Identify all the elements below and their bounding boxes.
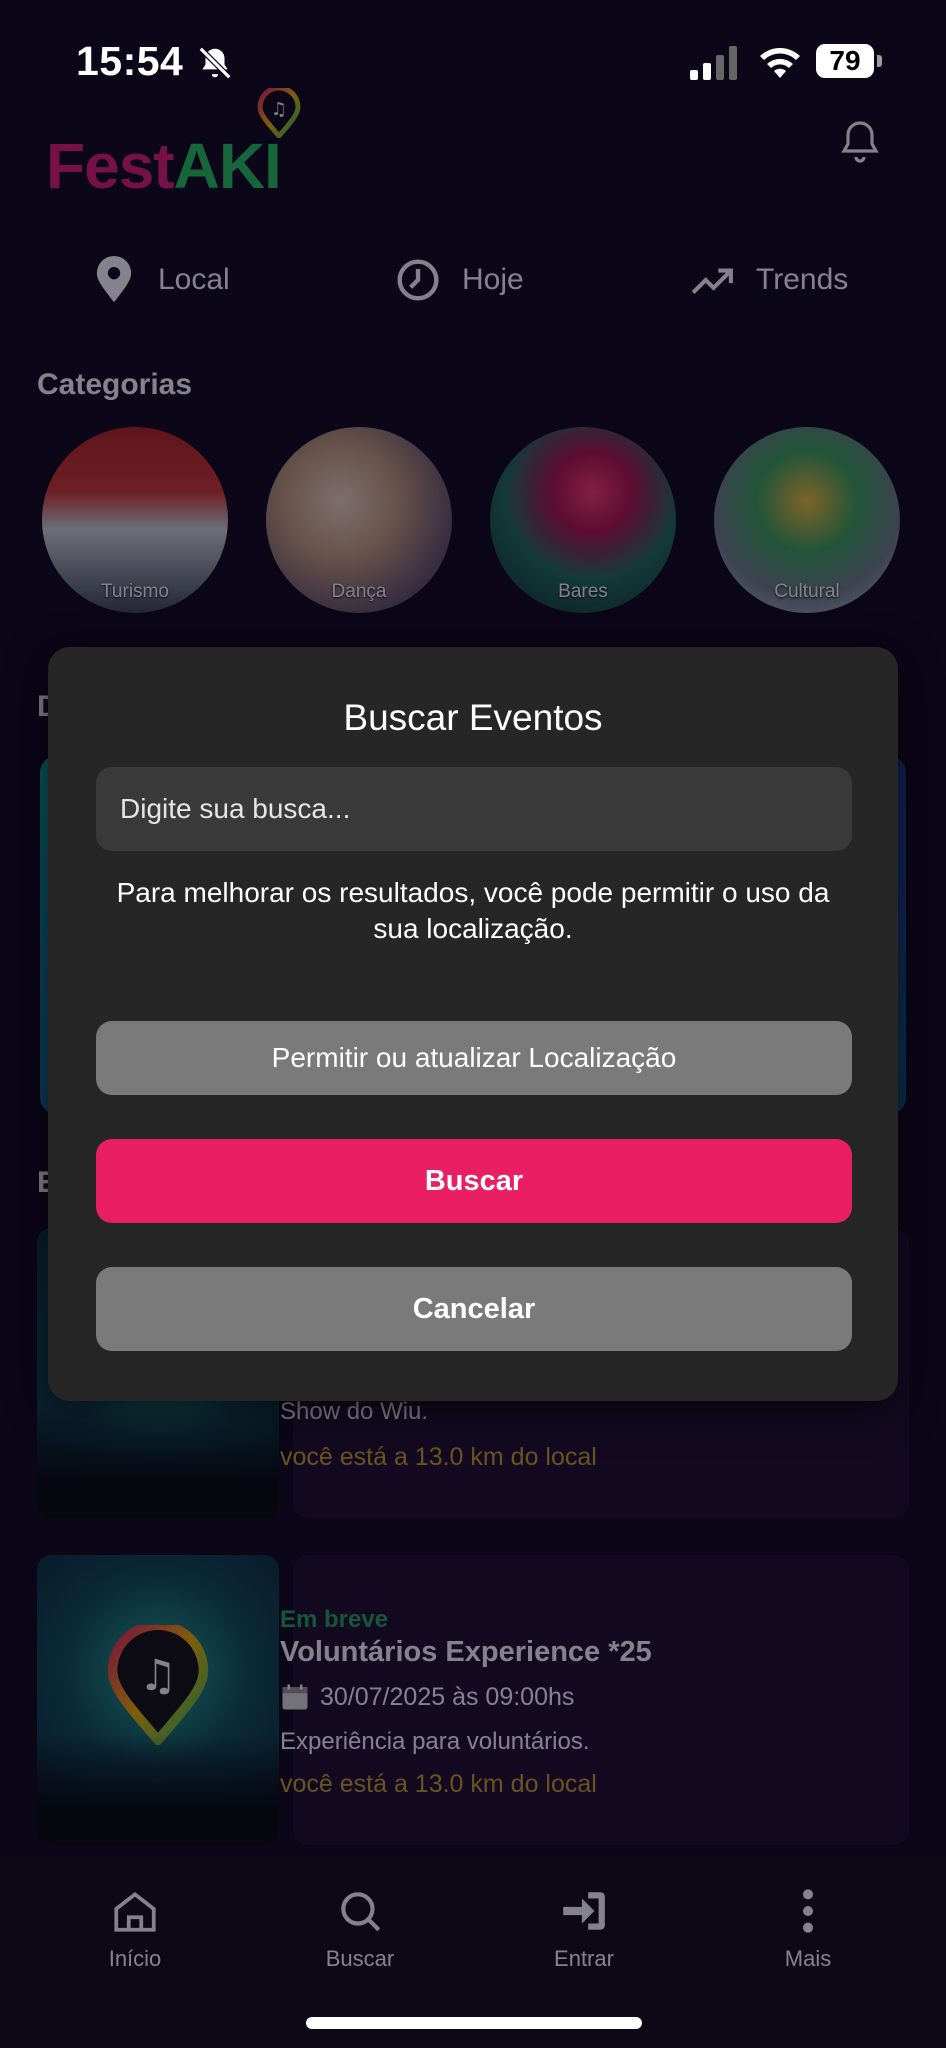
category-danca[interactable]: Dança: [266, 427, 452, 613]
battery-tip: [877, 55, 882, 67]
filter-local-label: Local: [158, 263, 230, 296]
modal-title: Buscar Eventos: [343, 697, 603, 738]
category-turismo[interactable]: Turismo: [42, 427, 228, 613]
login-icon: [563, 1892, 605, 1930]
filter-local[interactable]: Local: [92, 252, 230, 308]
filter-hoje-label: Hoje: [462, 263, 524, 296]
svg-text:♫: ♫: [271, 99, 287, 120]
more-vertical-icon: [803, 1889, 813, 1933]
search-icon: [341, 1892, 381, 1932]
tab-label: Mais: [784, 1946, 832, 1971]
event-description: Experiência para voluntários.: [280, 1728, 590, 1755]
svg-text:♫: ♫: [139, 1651, 178, 1701]
tab-label: Entrar: [554, 1946, 614, 1971]
search-button[interactable]: Buscar: [96, 1139, 852, 1223]
location-pin-icon: [96, 256, 132, 303]
event-description: Show do Wiu.: [280, 1398, 429, 1425]
category-cultural[interactable]: Cultural: [714, 427, 900, 613]
search-input[interactable]: [96, 767, 852, 851]
category-label: Dança: [331, 581, 387, 602]
event-title: Voluntários Experience *25: [280, 1636, 652, 1668]
categories-title: Categorias: [37, 368, 193, 401]
calendar-icon: [282, 1684, 308, 1710]
event-distance: você está a 13.0 km do local: [280, 1770, 597, 1798]
logo-fest: Fest: [46, 130, 175, 202]
tab-entrar[interactable]: Entrar: [504, 1886, 664, 1972]
battery-level: 79: [816, 44, 874, 78]
tab-inicio[interactable]: Início: [55, 1886, 215, 1972]
event-distance: você está a 13.0 km do local: [280, 1443, 597, 1471]
crowd-silhouette: [37, 1735, 279, 1845]
event-date: 30/07/2025 às 09:00hs: [280, 1682, 574, 1712]
bell-muted-icon: [198, 46, 232, 80]
location-message: Para melhorar os resultados, você pode p…: [116, 877, 830, 944]
app-logo: FestAKI: [46, 130, 282, 202]
home-indicator: [306, 2017, 642, 2029]
battery-indicator: 79: [816, 44, 884, 80]
tab-label: Início: [108, 1946, 162, 1971]
event-date-text: 30/07/2025 às 09:00hs: [320, 1682, 575, 1711]
categories-list: Turismo Dança Bares Cultural: [42, 427, 902, 613]
cancel-button[interactable]: Cancelar: [96, 1267, 852, 1351]
wifi-icon: [760, 48, 800, 78]
logo-aki: AKI: [173, 130, 282, 202]
clock-icon: [397, 259, 439, 301]
tab-label: Buscar: [325, 1946, 395, 1971]
category-label: Bares: [558, 581, 608, 602]
tab-mais[interactable]: Mais: [728, 1886, 888, 1972]
music-pin-icon: ♫: [107, 1625, 209, 1745]
filter-trends[interactable]: Trends: [690, 252, 848, 308]
status-bar: 15:54 79: [0, 0, 946, 120]
filter-hoje[interactable]: Hoje: [396, 252, 524, 308]
cellular-signal-icon: [690, 46, 737, 80]
trending-up-icon: [691, 268, 733, 295]
home-icon: [114, 1891, 156, 1932]
event-thumbnail: ♫: [37, 1555, 279, 1845]
allow-location-button[interactable]: Permitir ou atualizar Localização: [96, 1021, 852, 1095]
search-events-modal: Buscar Eventos Para melhorar os resultad…: [48, 647, 898, 1401]
music-pin-icon: ♫: [257, 88, 301, 138]
category-label: Cultural: [774, 581, 840, 602]
status-time: 15:54: [76, 38, 184, 84]
notification-bell-icon[interactable]: [836, 116, 884, 166]
category-bares[interactable]: Bares: [490, 427, 676, 613]
category-label: Turismo: [101, 581, 169, 602]
filter-trends-label: Trends: [756, 263, 849, 296]
crowd-silhouette: [37, 1408, 279, 1518]
tab-buscar[interactable]: Buscar: [280, 1886, 440, 1972]
event-badge: Em breve: [280, 1606, 389, 1633]
